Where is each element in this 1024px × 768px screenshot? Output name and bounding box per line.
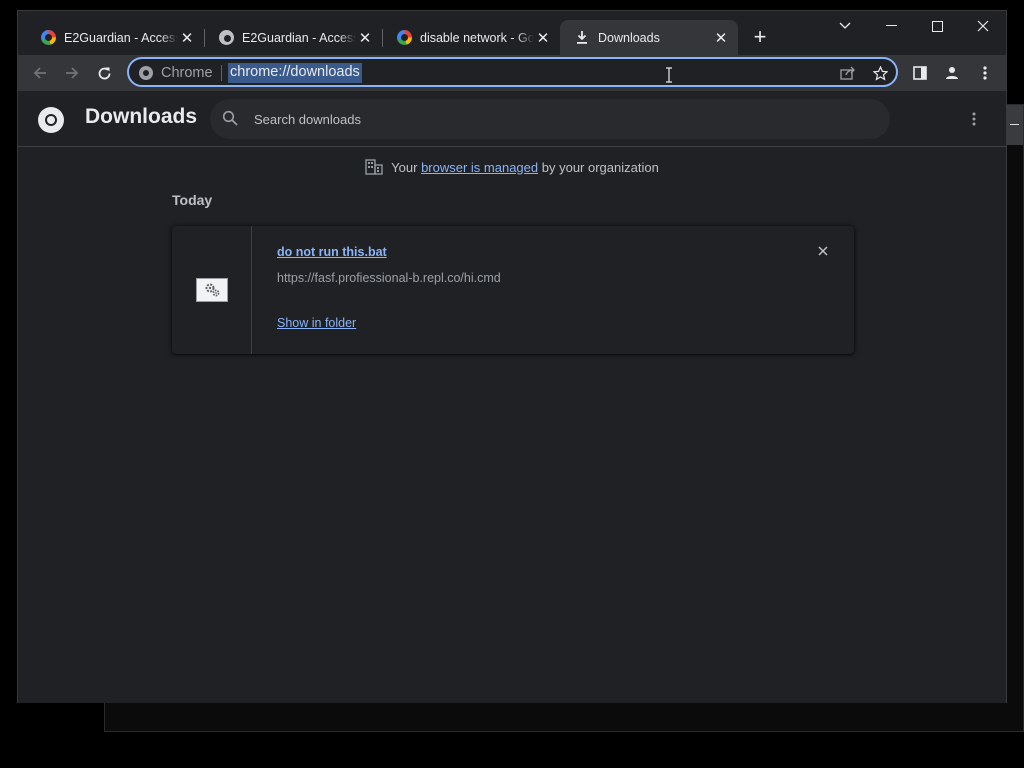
tab-search-chevron-down-icon[interactable] bbox=[822, 11, 868, 41]
globe-icon bbox=[218, 30, 234, 46]
side-panel-icon[interactable] bbox=[907, 60, 933, 86]
tab-e2guardian-2[interactable]: E2Guardian - Access Denied ✕ bbox=[204, 20, 383, 55]
download-item: do not run this.bat https://fasf.profies… bbox=[172, 226, 854, 354]
search-input[interactable] bbox=[254, 99, 874, 139]
download-icon bbox=[574, 30, 590, 46]
tab-disable-network[interactable]: disable network - Google Search ✕ bbox=[382, 20, 560, 55]
batch-file-icon bbox=[196, 278, 228, 302]
address-bar[interactable]: Chrome chrome://downloads bbox=[127, 57, 898, 87]
downloads-header: Downloads bbox=[18, 91, 1006, 147]
chip-divider bbox=[220, 65, 222, 81]
tab-title: E2Guardian - Access Denied bbox=[242, 30, 356, 45]
managed-link[interactable]: browser is managed bbox=[421, 160, 538, 175]
close-icon[interactable]: ✕ bbox=[356, 29, 374, 47]
remove-from-list-close-icon[interactable] bbox=[814, 242, 832, 260]
downloads-page: Downloads Your browser is managed by you… bbox=[18, 91, 1006, 703]
text-cursor-icon bbox=[666, 67, 672, 83]
back-button[interactable] bbox=[26, 59, 54, 87]
google-icon bbox=[396, 30, 412, 46]
url-text[interactable]: chrome://downloads bbox=[228, 63, 362, 83]
building-icon bbox=[365, 159, 383, 175]
file-source-url[interactable]: https://fasf.profiessional-b.repl.co/hi.… bbox=[277, 271, 501, 285]
reload-button[interactable] bbox=[90, 59, 118, 87]
search-icon bbox=[222, 110, 240, 128]
more-actions-icon[interactable] bbox=[962, 107, 986, 131]
close-icon[interactable]: ✕ bbox=[178, 29, 196, 47]
file-name-link[interactable]: do not run this.bat bbox=[277, 245, 387, 259]
tab-strip: E2Guardian - Access Denied ✕ E2Guardian … bbox=[18, 11, 1006, 55]
tab-title: E2Guardian - Access Denied bbox=[64, 30, 178, 45]
managed-prefix: Your bbox=[391, 159, 418, 175]
share-icon[interactable] bbox=[837, 63, 859, 83]
minimize-button[interactable] bbox=[868, 11, 914, 41]
forward-button[interactable] bbox=[58, 59, 86, 87]
site-chip-label: Chrome bbox=[161, 65, 213, 81]
bookmark-star-icon[interactable] bbox=[869, 63, 891, 83]
close-icon[interactable]: ✕ bbox=[712, 29, 730, 47]
new-tab-button[interactable]: + bbox=[748, 26, 772, 50]
tab-e2guardian-1[interactable]: E2Guardian - Access Denied ✕ bbox=[26, 20, 205, 55]
google-icon bbox=[40, 30, 56, 46]
show-in-folder-link[interactable]: Show in folder bbox=[277, 316, 356, 330]
chrome-logo-icon bbox=[38, 107, 64, 133]
maximize-button[interactable] bbox=[914, 11, 960, 41]
desktop: E2Guardian - Access Denied ✕ E2Guardian … bbox=[0, 0, 1024, 768]
tab-title: Downloads bbox=[598, 30, 660, 45]
file-icon-column bbox=[172, 226, 252, 354]
tab-downloads[interactable]: Downloads ✕ bbox=[560, 20, 738, 55]
menu-kebab-icon[interactable] bbox=[972, 60, 998, 86]
managed-notice: Your browser is managed by your organiza… bbox=[18, 159, 1006, 175]
background-window-minimize-button[interactable] bbox=[1005, 105, 1023, 145]
search-box[interactable] bbox=[210, 99, 890, 139]
window-controls bbox=[822, 11, 1006, 41]
page-title: Downloads bbox=[85, 105, 198, 128]
chrome-icon bbox=[139, 66, 153, 80]
profile-avatar-icon[interactable] bbox=[939, 60, 965, 86]
site-chip[interactable]: Chrome bbox=[139, 65, 222, 81]
toolbar: Chrome chrome://downloads bbox=[18, 55, 1006, 91]
date-section-label: Today bbox=[172, 192, 213, 208]
close-window-button[interactable] bbox=[960, 11, 1006, 41]
managed-suffix: by your organization bbox=[541, 159, 659, 175]
chrome-window: E2Guardian - Access Denied ✕ E2Guardian … bbox=[17, 10, 1007, 703]
tab-title: disable network - Google Search bbox=[420, 30, 534, 45]
close-icon[interactable]: ✕ bbox=[534, 29, 552, 47]
